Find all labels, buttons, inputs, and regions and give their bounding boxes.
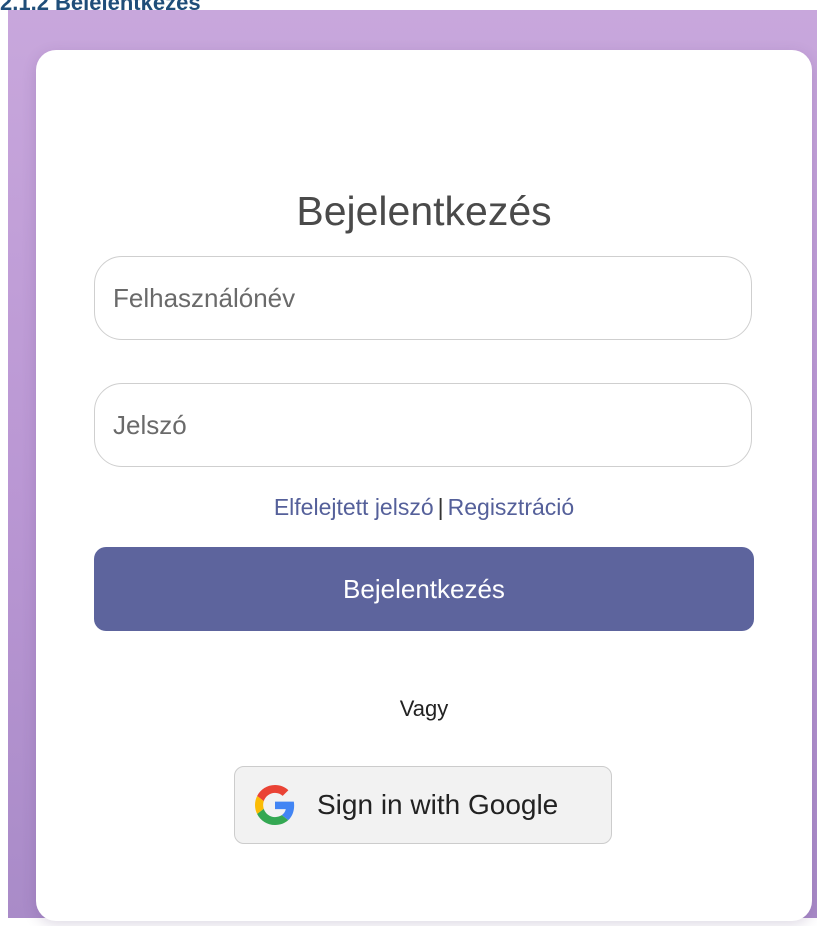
register-link[interactable]: Regisztráció <box>448 494 575 520</box>
login-title: Bejelentkezés <box>296 188 552 234</box>
google-signin-button[interactable]: Sign in with Google <box>234 766 612 844</box>
background-panel: Bejelentkezés Elfelejtett jelszó|Regiszt… <box>8 10 817 921</box>
google-signin-label: Sign in with Google <box>317 789 559 820</box>
forgot-password-link[interactable]: Elfelejtett jelszó <box>274 494 434 520</box>
google-g-icon <box>255 785 295 825</box>
login-card: Bejelentkezés Elfelejtett jelszó|Regiszt… <box>36 50 812 921</box>
auth-links: Elfelejtett jelszó | Regisztráció <box>36 494 812 521</box>
login-button[interactable]: Bejelentkezés <box>94 547 754 631</box>
or-divider-text: Vagy <box>399 696 449 721</box>
links-separator: | <box>437 494 444 520</box>
password-input[interactable] <box>94 383 752 467</box>
username-input[interactable] <box>94 256 752 340</box>
section-caption: 2.1.2 Bejelentkezés <box>0 0 201 15</box>
